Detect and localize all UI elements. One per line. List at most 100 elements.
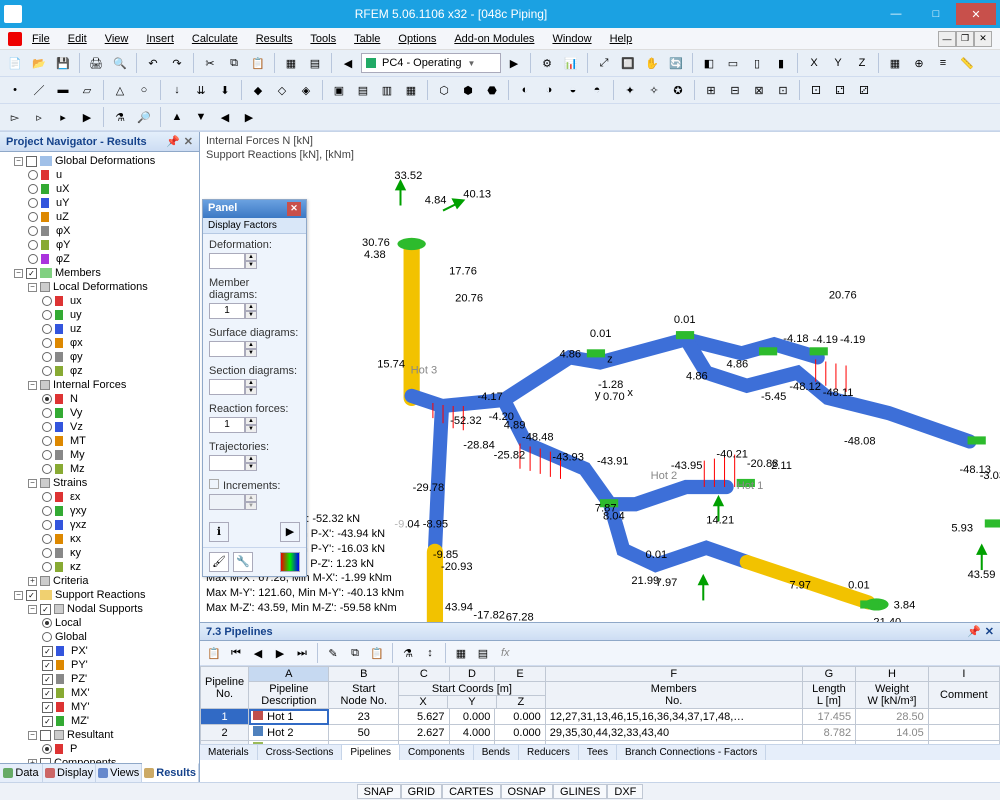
- sel4-icon[interactable]: ▶: [76, 106, 98, 128]
- radio[interactable]: [28, 170, 38, 180]
- radio[interactable]: [42, 324, 52, 334]
- zoom-window-icon[interactable]: 🔲: [617, 52, 639, 74]
- expand-icon[interactable]: −: [28, 731, 37, 740]
- rotate-icon[interactable]: 🔄: [665, 52, 687, 74]
- undo-icon[interactable]: ↶: [142, 52, 164, 74]
- radio[interactable]: [42, 520, 52, 530]
- radio[interactable]: [28, 198, 38, 208]
- load3-icon[interactable]: ⬇: [214, 79, 236, 101]
- radio[interactable]: [42, 548, 52, 558]
- formula-icon[interactable]: fx: [501, 647, 510, 659]
- sel2-icon[interactable]: ▹: [28, 106, 50, 128]
- tab-bends[interactable]: Bends: [474, 745, 519, 760]
- status-glines[interactable]: GLINES: [553, 784, 607, 799]
- grid-icon[interactable]: ▦: [884, 52, 906, 74]
- cut-icon[interactable]: ✂: [199, 52, 221, 74]
- panel-close-icon[interactable]: ✕: [287, 202, 301, 216]
- table-csv-icon[interactable]: ▤: [473, 643, 493, 663]
- tool-v-icon[interactable]: ⚀: [805, 79, 827, 101]
- checkbox[interactable]: ✓: [26, 590, 37, 601]
- member-icon[interactable]: ▬: [52, 79, 74, 101]
- radio[interactable]: [42, 632, 52, 642]
- viewport-3d[interactable]: Panel✕ Display Factors Deformation: ▲▼ M…: [200, 165, 1000, 622]
- checkbox[interactable]: ✓: [42, 688, 53, 699]
- loadcase-combo[interactable]: PC4 - Operating▼: [361, 53, 501, 73]
- mdi-minimize[interactable]: —: [938, 31, 956, 47]
- status-snap[interactable]: SNAP: [357, 784, 401, 799]
- checkbox[interactable]: ✓: [42, 674, 53, 685]
- checkbox[interactable]: ✓: [42, 660, 53, 671]
- panel-tool-b-icon[interactable]: 🔧: [233, 552, 253, 572]
- tool-d-icon[interactable]: ▣: [328, 79, 350, 101]
- find-icon[interactable]: 🔎: [133, 106, 155, 128]
- redo-icon[interactable]: ↷: [166, 52, 188, 74]
- sel3-icon[interactable]: ▸: [52, 106, 74, 128]
- copy-icon[interactable]: ⧉: [223, 52, 245, 74]
- tab-tees[interactable]: Tees: [579, 745, 617, 760]
- side-icon[interactable]: ▮: [770, 52, 792, 74]
- display-d-icon[interactable]: ▶: [238, 106, 260, 128]
- panel-pin-icon[interactable]: 📌: [967, 625, 981, 638]
- minimize-button[interactable]: —: [876, 3, 916, 25]
- reaction-forces-input[interactable]: [209, 417, 245, 433]
- render-icon[interactable]: ▦: [280, 52, 302, 74]
- iso-icon[interactable]: ◧: [698, 52, 720, 74]
- load-icon[interactable]: ↓: [166, 79, 188, 101]
- radio[interactable]: [28, 212, 38, 222]
- results-icon[interactable]: 📊: [560, 52, 582, 74]
- radio[interactable]: [42, 296, 52, 306]
- snap-icon[interactable]: ⊕: [908, 52, 930, 74]
- axis-z-icon[interactable]: Z: [851, 52, 873, 74]
- tab-materials[interactable]: Materials: [200, 745, 258, 760]
- table-prev-icon[interactable]: ◀: [248, 643, 268, 663]
- tab-display[interactable]: Display: [43, 764, 96, 782]
- tool-j-icon[interactable]: ⬣: [481, 79, 503, 101]
- table-copy-icon[interactable]: ⧉: [345, 643, 365, 663]
- tab-pipelines[interactable]: Pipelines: [342, 745, 400, 760]
- radio[interactable]: [42, 394, 52, 404]
- display-b-icon[interactable]: ▼: [190, 106, 212, 128]
- status-dxf[interactable]: DXF: [607, 784, 643, 799]
- table-filter-icon[interactable]: ⚗: [398, 643, 418, 663]
- section-diagrams-input[interactable]: [209, 379, 245, 395]
- new-icon[interactable]: 📄: [4, 52, 26, 74]
- radio[interactable]: [42, 310, 52, 320]
- table-edit-icon[interactable]: ✎: [323, 643, 343, 663]
- tool-s-icon[interactable]: ⊟: [724, 79, 746, 101]
- tool-e-icon[interactable]: ▤: [352, 79, 374, 101]
- table-sort-icon[interactable]: ↕: [420, 643, 440, 663]
- tool-a-icon[interactable]: ◆: [247, 79, 269, 101]
- hinge-icon[interactable]: ○: [133, 79, 155, 101]
- nav-close-icon[interactable]: ✕: [184, 135, 193, 148]
- menu-results[interactable]: Results: [248, 31, 301, 47]
- table-last-icon[interactable]: ⏭: [292, 643, 312, 663]
- menu-addon[interactable]: Add-on Modules: [446, 31, 542, 47]
- print-preview-icon[interactable]: 🔍: [109, 52, 131, 74]
- pan-icon[interactable]: ✋: [641, 52, 663, 74]
- expand-icon[interactable]: −: [28, 479, 37, 488]
- support-icon[interactable]: △: [109, 79, 131, 101]
- tool-r-icon[interactable]: ⊞: [700, 79, 722, 101]
- tool-f-icon[interactable]: ▥: [376, 79, 398, 101]
- prev-icon[interactable]: ◀: [337, 52, 359, 74]
- menu-window[interactable]: Window: [544, 31, 599, 47]
- expand-icon[interactable]: −: [14, 591, 23, 600]
- radio[interactable]: [28, 184, 38, 194]
- status-grid[interactable]: GRID: [401, 784, 443, 799]
- tab-components[interactable]: Components: [400, 745, 474, 760]
- status-osnap[interactable]: OSNAP: [501, 784, 554, 799]
- filter-icon[interactable]: ⚗: [109, 106, 131, 128]
- panel-info-icon[interactable]: ℹ: [209, 522, 229, 542]
- radio[interactable]: [42, 436, 52, 446]
- surface-icon[interactable]: ▱: [76, 79, 98, 101]
- panel-legend-icon[interactable]: [280, 552, 300, 572]
- measure-icon[interactable]: 📏: [956, 52, 978, 74]
- axis-x-icon[interactable]: X: [803, 52, 825, 74]
- menu-edit[interactable]: Edit: [60, 31, 95, 47]
- surface-diagrams-input[interactable]: [209, 341, 245, 357]
- mdi-restore[interactable]: ❐: [956, 31, 974, 47]
- calc-icon[interactable]: ⚙: [536, 52, 558, 74]
- zoom-extents-icon[interactable]: ⤢: [593, 52, 615, 74]
- trajectories-input[interactable]: [209, 455, 245, 471]
- menu-view[interactable]: View: [97, 31, 137, 47]
